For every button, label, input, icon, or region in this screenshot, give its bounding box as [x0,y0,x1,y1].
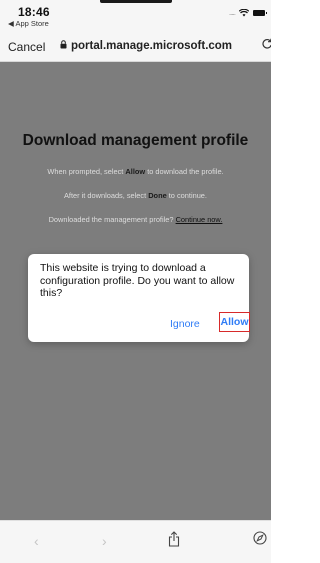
address-bar: Cancel portal.manage.microsoft.com [0,33,271,62]
page-content: Download management profile When prompte… [0,62,271,520]
status-time: 18:46 [18,5,50,19]
ignore-button[interactable]: Ignore [170,318,200,330]
lock-icon [60,40,67,51]
compass-icon[interactable] [253,531,267,545]
signal-icon: ..... [228,8,236,17]
share-icon[interactable] [168,531,180,547]
back-to-app-link[interactable]: ◀ App Store [8,19,49,28]
reload-icon[interactable] [261,38,271,53]
dialog-message: This website is trying to download a con… [40,262,235,299]
forward-icon[interactable]: › [102,533,107,549]
allow-button[interactable]: Allow [219,312,250,332]
cancel-button[interactable]: Cancel [8,40,45,54]
wifi-icon [239,8,249,16]
url-field[interactable]: portal.manage.microsoft.com [60,40,232,52]
instruction-allow: When prompted, select Allow to download … [47,167,224,176]
status-bar: 18:46 ◀ App Store ..... [0,0,271,32]
status-icons: ..... [228,8,267,17]
instruction-done: After it downloads, select Done to conti… [64,191,207,200]
back-icon[interactable]: ‹ [34,533,39,549]
instruction-continue: Downloaded the management profile? Conti… [48,215,223,224]
phone-screen: 18:46 ◀ App Store ..... Cancel portal.ma… [0,0,271,563]
page-title: Download management profile [22,132,249,149]
battery-icon [253,9,267,16]
continue-now-link[interactable]: Continue now. [176,215,223,224]
url-text: portal.manage.microsoft.com [71,40,233,52]
download-permission-dialog: This website is trying to download a con… [28,254,250,342]
browser-toolbar: ‹ › [0,520,271,563]
